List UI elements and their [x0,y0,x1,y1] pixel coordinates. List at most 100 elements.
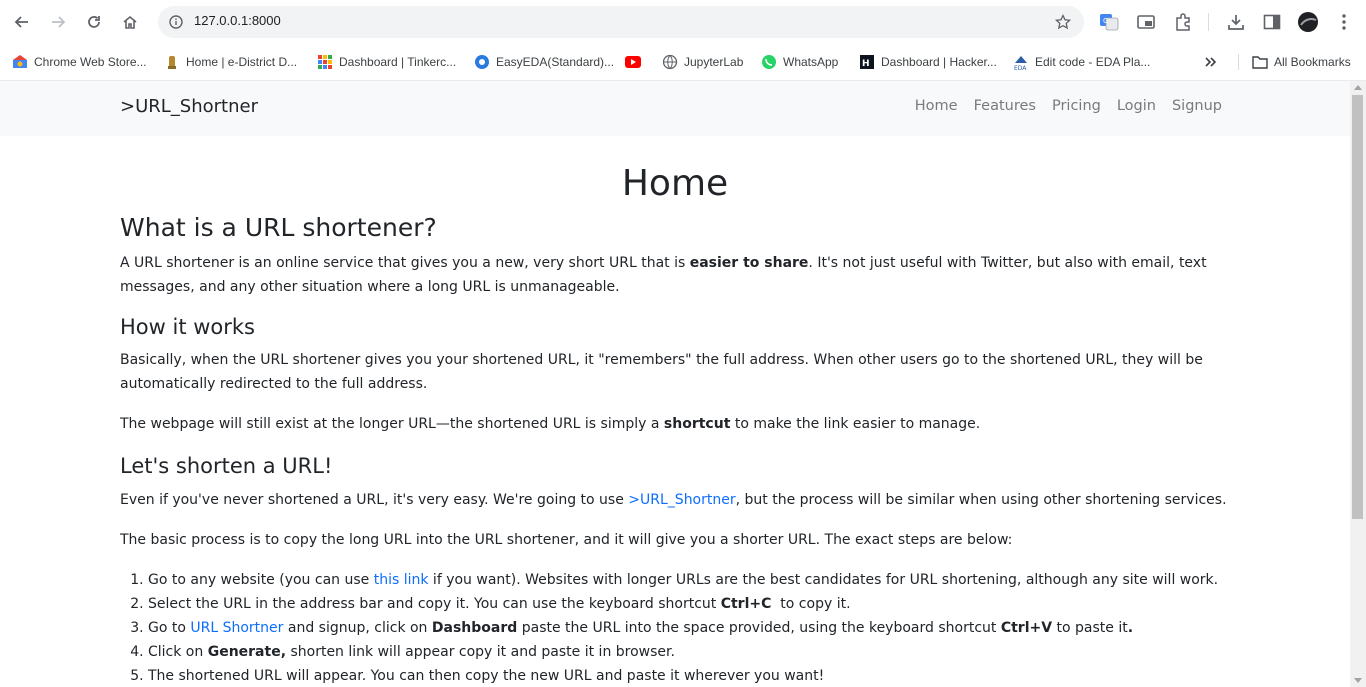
bookmark-star-icon[interactable] [1052,11,1074,33]
site-nav-links: Home Features Pricing Login Signup [915,98,1222,114]
emphasis-text: Dashboard [431,620,518,636]
easyeda-icon [474,54,490,70]
section-heading-how: How it works [120,315,255,339]
text: shorten link will appear copy it and pas… [286,644,675,660]
text: to make the link easier to manage. [730,416,981,432]
browser-toolbar: 127.0.0.1:8000 G [0,0,1366,44]
section-heading-what: What is a URL shortener? [120,213,437,242]
text: The webpage will still exist at the long… [120,416,664,432]
vertical-scrollbar[interactable] [1350,81,1366,687]
hackerrank-icon: H [859,54,875,70]
list-item: The shortened URL will appear. You can t… [148,664,1230,687]
section-heading-shorten: Let's shorten a URL! [120,454,333,478]
site-info-icon[interactable] [164,10,188,34]
reload-button[interactable] [80,8,108,36]
eda-playground-icon: EDA [1013,54,1029,70]
emphasis-text: Generate, [207,644,287,660]
bookmark-youtube[interactable] [625,52,647,72]
svg-text:EDA: EDA [1014,65,1027,70]
shortcut-text: Ctrl+V [1000,620,1053,636]
globe-icon [662,54,678,70]
bookmark-chrome-web-store[interactable]: Chrome Web Store... [12,52,147,72]
brand-link[interactable]: >URL_Shortner [628,492,735,508]
forward-button[interactable] [44,8,72,36]
picture-in-picture-icon[interactable] [1133,9,1159,35]
svg-text:H: H [862,59,870,69]
forward-arrow-icon [52,16,66,28]
home-icon [123,15,137,29]
youtube-icon [625,54,641,70]
emphasis-text: shortcut [663,416,731,432]
reload-icon [88,16,100,28]
nav-signup[interactable]: Signup [1172,98,1222,114]
emphasis-text: easier to share [689,255,809,271]
bookmark-eda-playground[interactable]: EDA Edit code - EDA Pla... [1013,52,1150,72]
google-translate-icon[interactable]: G [1096,9,1122,35]
text: Go to [148,620,191,636]
bookmark-label: JupyterLab [684,55,744,69]
bookmark-e-district[interactable]: Home | e-District D... [164,52,297,72]
text: Even if you've never shortened a URL, it… [120,492,629,508]
svg-text:G: G [1103,17,1108,25]
profile-avatar[interactable] [1295,9,1321,35]
bookmark-label: Edit code - EDA Pla... [1035,55,1151,69]
text: A URL shortener is an online service tha… [120,255,690,271]
site-brand[interactable]: >URL_Shortner [120,96,258,117]
side-panel-icon[interactable] [1259,9,1285,35]
this-link[interactable]: this link [374,572,429,588]
list-item: Go to any website (you can use this link… [148,568,1230,592]
text: if you want). Websites with longer URLs … [428,572,1219,588]
bookmark-whatsapp[interactable]: WhatsApp [761,52,838,72]
page-viewport: >URL_Shortner Home Features Pricing Logi… [0,81,1350,687]
url-shortner-link[interactable]: URL Shortner [190,620,283,636]
section-paragraph-how: Basically, when the URL shortener gives … [120,352,1203,392]
tinkercad-icon [317,54,333,70]
text: Go to any website (you can use [148,572,374,588]
text: paste the URL into the space provided, u… [517,620,1001,636]
scrollbar-thumb[interactable] [1352,95,1363,519]
address-bar[interactable]: 127.0.0.1:8000 [158,6,1084,38]
main-content: Home What is a URL shortener? A URL shor… [120,136,1230,687]
list-item: Click on Generate, shorten link will app… [148,640,1230,664]
all-bookmarks-button[interactable]: All Bookmarks [1252,52,1351,72]
text: to copy it. [771,596,851,612]
list-item: Go to URL Shortner and signup, click on … [148,616,1230,640]
section-paragraph-what: A URL shortener is an online service tha… [120,251,1230,299]
bookmark-jupyterlab[interactable]: JupyterLab [662,52,743,72]
steps-list: Go to any website (you can use this link… [120,568,1230,687]
text: to paste it [1052,620,1128,636]
menu-kebab-icon[interactable] [1331,9,1357,35]
extensions-icon[interactable] [1170,9,1196,35]
home-button[interactable] [116,8,144,36]
bookmark-label: Chrome Web Store... [34,55,147,69]
bookmark-tinkercad[interactable]: Dashboard | Tinkerc... [317,52,456,72]
section-paragraph-intro: Even if you've never shortened a URL, it… [120,488,1230,512]
text: , but the process will be similar when u… [735,492,1227,508]
nav-features[interactable]: Features [974,98,1036,114]
toolbar-divider [1208,13,1209,31]
emblem-icon [164,54,180,70]
downloads-icon[interactable] [1223,9,1249,35]
section-paragraph-shortcut: The webpage will still exist at the long… [120,412,1230,436]
url-text[interactable]: 127.0.0.1:8000 [194,13,281,28]
shortcut-text: Ctrl+C [720,596,772,612]
site-navbar: >URL_Shortner Home Features Pricing Logi… [0,81,1350,136]
bookmark-label: Dashboard | Hacker... [881,55,997,69]
text: Click on [148,644,208,660]
bookmark-label: Dashboard | Tinkerc... [339,55,457,69]
bookmark-easyeda[interactable]: EasyEDA(Standard)... [474,52,614,72]
bookmark-hackerrank[interactable]: H Dashboard | Hacker... [859,52,997,72]
list-item: Select the URL in the address bar and co… [148,592,1230,616]
emphasis-text: . [1127,620,1134,636]
section-paragraph-process: The basic process is to copy the long UR… [120,532,1013,548]
bookmarks-divider [1238,54,1239,70]
nav-login[interactable]: Login [1117,98,1156,114]
folder-icon [1252,54,1268,70]
chrome-web-store-icon [12,54,28,70]
more-bookmarks-button[interactable] [1204,52,1218,72]
scroll-up-arrow-icon[interactable] [1354,85,1362,90]
scroll-down-arrow-icon[interactable] [1354,678,1362,683]
nav-home[interactable]: Home [915,98,958,114]
nav-pricing[interactable]: Pricing [1052,98,1101,114]
back-button[interactable] [8,8,36,36]
